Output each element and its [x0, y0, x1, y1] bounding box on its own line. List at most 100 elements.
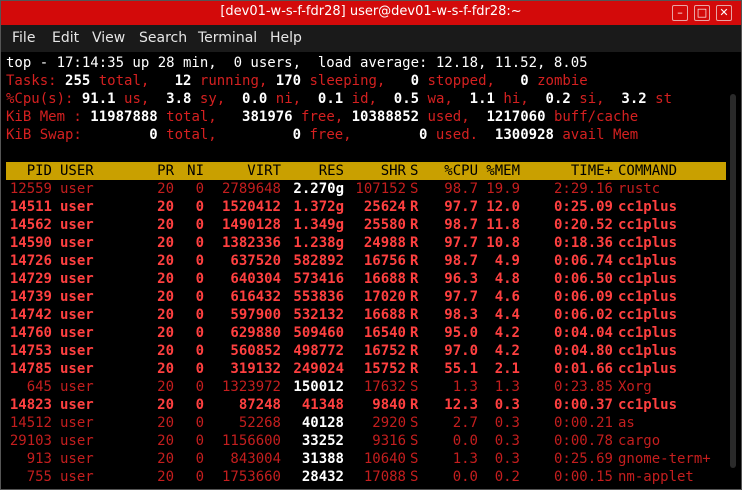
column-header-time: TIME+ [570, 163, 613, 179]
cell-mem: 0.3 [494, 415, 520, 431]
cell-res: 31388 [301, 451, 344, 467]
cell-user: user [60, 271, 94, 287]
cell-ni: 0 [195, 415, 204, 431]
cell-cpu: 96.3 [444, 271, 478, 287]
table-row: 14562 user 20 0 1490128 1.349g 25580 R 98.7 11.8 0… [6, 216, 726, 234]
cell-state: R [410, 217, 419, 233]
cell-ni: 0 [195, 217, 204, 233]
cell-command: rustc [618, 181, 661, 197]
menu-help[interactable]: Help [270, 30, 302, 46]
cell-ni: 0 [195, 343, 204, 359]
tasks-line: Tasks: 255 total, 12 running, 170 sleepi… [6, 73, 588, 89]
cell-command: cc1plus [618, 271, 678, 287]
cell-virt: 560852 [230, 343, 281, 359]
scrollbar[interactable] [730, 94, 736, 468]
menu-terminal[interactable]: Terminal [198, 30, 257, 46]
cell-pid: 14760 [9, 325, 52, 341]
cell-state: R [410, 343, 419, 359]
cell-state: S [410, 181, 419, 197]
cell-state: S [410, 469, 419, 485]
cell-ni: 0 [195, 271, 204, 287]
menu-file[interactable]: File [12, 30, 35, 46]
cell-time: 0:04.04 [553, 325, 613, 341]
cell-res: 498772 [293, 343, 344, 359]
cell-pr: 20 [157, 433, 174, 449]
cell-shr: 10640 [363, 451, 406, 467]
cell-cpu: 0.0 [452, 433, 478, 449]
cell-virt: 597900 [230, 307, 281, 323]
cell-shr: 17020 [363, 289, 406, 305]
cell-cpu: 55.1 [444, 361, 478, 377]
terminal-area[interactable]: top - 17:14:35 up 28 min, 0 users, load … [1, 52, 741, 489]
cell-shr: 16688 [363, 307, 406, 323]
menu-search[interactable]: Search [139, 30, 187, 46]
cell-cpu: 95.0 [444, 325, 478, 341]
cell-time: 0:23.85 [553, 379, 613, 395]
minimize-button[interactable]: – [672, 5, 688, 21]
mem-line: KiB Mem : 11987888 total, 381976 free, 1… [6, 109, 639, 125]
cell-time: 0:00.15 [553, 469, 613, 485]
cell-state: R [410, 397, 419, 413]
cell-user: user [60, 307, 94, 323]
cell-cpu: 97.7 [444, 289, 478, 305]
cell-pid: 645 [26, 379, 52, 395]
cell-shr: 25624 [363, 199, 406, 215]
cell-pid: 14729 [9, 271, 52, 287]
cell-user: user [60, 235, 94, 251]
menu-bar: File Edit View Search Terminal Help [1, 25, 741, 52]
column-header-state: S [410, 163, 419, 179]
cell-mem: 10.8 [486, 235, 520, 251]
menu-edit[interactable]: Edit [52, 30, 79, 46]
cell-pr: 20 [157, 361, 174, 377]
table-row: 14590 user 20 0 1382336 1.238g 24988 R 97.7 10.8 0… [6, 234, 726, 252]
cell-pid: 755 [26, 469, 52, 485]
cell-shr: 9840 [372, 397, 406, 413]
cell-mem: 1.3 [494, 379, 520, 395]
menu-view[interactable]: View [92, 30, 125, 46]
cell-pid: 14785 [9, 361, 52, 377]
cell-ni: 0 [195, 307, 204, 323]
table-row: 14512 user 20 0 52268 40128 2920 S 2.7 0.3 0:00.21… [6, 414, 726, 432]
cell-mem: 11.8 [486, 217, 520, 233]
cell-res: 33252 [301, 433, 344, 449]
cpu-line: %Cpu(s): 91.1 us, 3.8 sy, 0.0 ni, 0.1 id… [6, 91, 673, 107]
cell-cpu: 98.7 [444, 181, 478, 197]
maximize-button[interactable]: □ [694, 5, 710, 21]
cell-ni: 0 [195, 361, 204, 377]
cell-ni: 0 [195, 397, 204, 413]
cell-pr: 20 [157, 181, 174, 197]
cell-state: S [410, 451, 419, 467]
cell-shr: 17632 [363, 379, 406, 395]
cell-pr: 20 [157, 325, 174, 341]
cell-time: 0:00.37 [553, 397, 613, 413]
table-row: 14753 user 20 0 560852 498772 16752 R 97.0 4.2 0:0… [6, 342, 726, 360]
cell-pr: 20 [157, 397, 174, 413]
cell-ni: 0 [195, 289, 204, 305]
cell-shr: 15752 [363, 361, 406, 377]
cell-command: cc1plus [618, 397, 678, 413]
cell-res: 249024 [293, 361, 344, 377]
cell-user: user [60, 181, 94, 197]
cell-res: 1.238g [293, 235, 344, 251]
cell-pid: 14590 [9, 235, 52, 251]
close-button[interactable]: ✕ [716, 5, 732, 21]
cell-pr: 20 [157, 415, 174, 431]
table-row: 14785 user 20 0 319132 249024 15752 R 55.1 2.1 0:0… [6, 360, 726, 378]
cell-mem: 4.8 [494, 271, 520, 287]
title-bar[interactable]: [dev01-w-s-f-fdr28] user@dev01-w-s-f-fdr… [1, 1, 741, 25]
column-header-mem: %MEM [486, 163, 520, 179]
cell-user: user [60, 217, 94, 233]
cell-cpu: 1.3 [452, 379, 478, 395]
cell-mem: 4.2 [494, 325, 520, 341]
column-header-cpu: %CPU [444, 163, 478, 179]
cell-cpu: 2.7 [452, 415, 478, 431]
cell-user: user [60, 325, 94, 341]
cell-cpu: 1.3 [452, 451, 478, 467]
cell-virt: 2789648 [221, 181, 281, 197]
cell-pid: 14753 [9, 343, 52, 359]
cell-state: R [410, 199, 419, 215]
cell-command: cc1plus [618, 307, 678, 323]
column-header-pid: PID [26, 163, 52, 179]
cell-user: user [60, 379, 94, 395]
cell-command: gnome-term+ [618, 451, 711, 467]
